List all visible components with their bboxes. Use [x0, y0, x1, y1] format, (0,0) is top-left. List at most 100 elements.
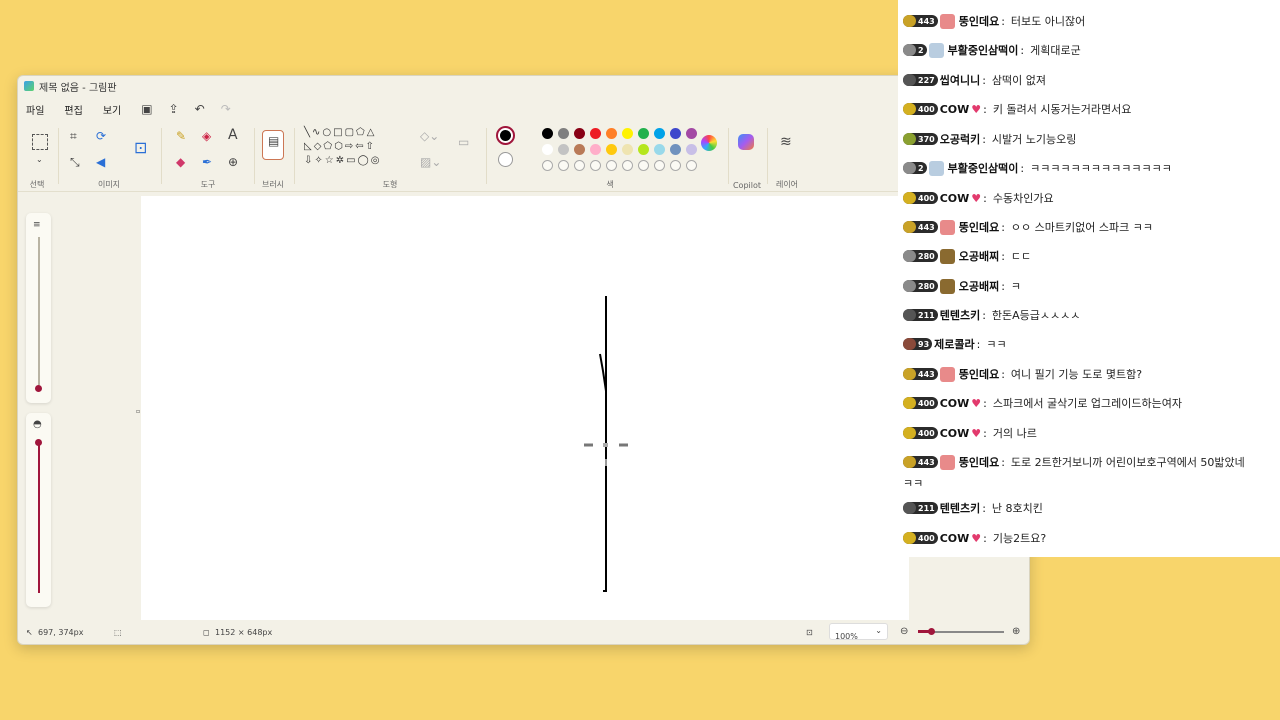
fit-to-window-icon[interactable]: ⊡ [806, 628, 813, 637]
chat-nickname[interactable]: 부활중인삼떡이 [948, 42, 1019, 58]
drawing-canvas[interactable] [141, 196, 909, 620]
share-icon[interactable]: ⇪ [169, 102, 179, 116]
chat-message: 93 제로콜라: ㅋㅋ [903, 336, 1007, 352]
save-icon[interactable]: ▣ [141, 102, 152, 116]
custom-color-slot[interactable] [606, 160, 617, 171]
custom-color-slot[interactable] [542, 160, 553, 171]
flip-icon[interactable]: ◀ [96, 156, 105, 168]
chat-nickname[interactable]: 뚱인데요 [959, 13, 999, 29]
chat-nickname[interactable]: 오공럭키 [940, 131, 980, 147]
chat-nickname[interactable]: 오공배찌 [959, 278, 999, 294]
palette-row1-color-swatch[interactable] [606, 128, 617, 139]
resize-icon[interactable]: ⤡ [70, 156, 80, 168]
palette-row2-color-swatch[interactable] [654, 144, 665, 155]
palette-row2-color-swatch[interactable] [686, 144, 697, 155]
palette-row1-color-swatch[interactable] [590, 128, 601, 139]
palette-row2-color-swatch[interactable] [542, 144, 553, 155]
shape-options-icon[interactable]: ▭ [458, 136, 469, 148]
chat-message: 400 COW ♥: 기능2트요? [903, 530, 1046, 546]
pencil-icon[interactable]: ✎ [176, 130, 186, 142]
menu-view[interactable]: 보기 [103, 102, 121, 117]
canvas-resize-handle[interactable]: ▫ [136, 406, 140, 418]
custom-color-slot[interactable] [638, 160, 649, 171]
palette-row1-color-swatch[interactable] [670, 128, 681, 139]
palette-row2-color-swatch[interactable] [606, 144, 617, 155]
secondary-color-swatch[interactable] [498, 152, 513, 167]
chat-nickname[interactable]: 부활중인삼떡이 [948, 160, 1019, 176]
chat-nickname[interactable]: COW [940, 192, 970, 205]
outline-icon[interactable]: ◇⌄ [420, 130, 439, 142]
chat-nickname[interactable]: 뚱인데요 [959, 454, 999, 470]
edit-colors-icon[interactable] [701, 135, 717, 151]
custom-color-slot[interactable] [590, 160, 601, 171]
select-tool-icon[interactable] [32, 134, 48, 150]
palette-row2-color-swatch[interactable] [590, 144, 601, 155]
size-slider-track[interactable] [38, 237, 40, 385]
custom-color-slot[interactable] [686, 160, 697, 171]
fill-icon[interactable]: ▨⌄ [420, 156, 441, 168]
zoom-in-icon[interactable]: ⊕ [1012, 626, 1020, 637]
custom-color-slot[interactable] [622, 160, 633, 171]
chat-nickname[interactable]: COW [940, 427, 970, 440]
chat-nickname[interactable]: 뚱인데요 [959, 219, 999, 235]
chat-nickname[interactable]: COW [940, 103, 970, 116]
chat-nickname[interactable]: 텐텐츠키 [940, 500, 980, 516]
palette-row1-color-swatch[interactable] [622, 128, 633, 139]
undo-icon[interactable]: ↶ [195, 102, 205, 116]
custom-color-slot[interactable] [574, 160, 585, 171]
level-number: 443 [918, 222, 935, 232]
palette-row1-color-swatch[interactable] [542, 128, 553, 139]
magnifier-icon[interactable]: ⊕ [228, 156, 238, 168]
palette-row2-color-swatch[interactable] [558, 144, 569, 155]
chat-nickname[interactable]: 제로콜라 [934, 336, 974, 352]
layers-icon[interactable]: ≋ [780, 135, 792, 149]
chat-nickname[interactable]: 텐텐츠키 [940, 307, 980, 323]
redo-icon[interactable]: ↷ [221, 102, 231, 116]
menu-file[interactable]: 파일 [26, 102, 44, 117]
brush-button[interactable]: ▤ [262, 130, 284, 160]
color-picker-icon[interactable]: ✒ [202, 156, 212, 168]
eraser-icon[interactable]: ◆ [176, 156, 185, 168]
palette-row2-color-swatch[interactable] [638, 144, 649, 155]
palette-row1-color-swatch[interactable] [574, 128, 585, 139]
chat-nickname[interactable]: 오공배찌 [959, 248, 999, 264]
rotate-icon[interactable]: ⟳ [96, 130, 106, 142]
chat-nickname[interactable]: COW [940, 397, 970, 410]
primary-color-swatch[interactable] [496, 126, 515, 145]
chat-nickname[interactable]: 씹여니니 [940, 72, 980, 88]
chat-nickname[interactable]: COW [940, 532, 970, 545]
medal-icon [903, 456, 916, 468]
avatar [939, 219, 955, 235]
copilot-group-label: Copilot [732, 181, 762, 190]
image-generate-icon[interactable]: ⊡ [134, 140, 147, 156]
primary-color-fill [500, 130, 511, 141]
fill-bucket-icon[interactable]: ◈ [202, 130, 211, 142]
palette-row2-color-swatch[interactable] [622, 144, 633, 155]
palette-row2-color-swatch[interactable] [574, 144, 585, 155]
menu-edit[interactable]: 편집 [64, 102, 82, 117]
zoom-slider-knob[interactable] [928, 628, 935, 635]
palette-row1-color-swatch[interactable] [558, 128, 569, 139]
chevron-down-icon[interactable]: ⌄ [36, 154, 43, 166]
zoom-select[interactable]: 100% ⌄ [829, 623, 888, 641]
palette-row2-color-swatch[interactable] [670, 144, 681, 155]
text-tool-icon[interactable]: A [228, 128, 238, 142]
avatar [939, 454, 955, 470]
palette-row1-color-swatch[interactable] [638, 128, 649, 139]
opacity-slider-track[interactable] [38, 445, 40, 593]
custom-color-slot[interactable] [654, 160, 665, 171]
size-slider-knob[interactable] [35, 385, 42, 392]
custom-color-slot[interactable] [558, 160, 569, 171]
palette-row1-color-swatch[interactable] [686, 128, 697, 139]
copilot-icon[interactable] [738, 134, 754, 150]
chat-nickname[interactable]: 뚱인데요 [959, 366, 999, 382]
crop-icon[interactable]: ⌗ [70, 130, 77, 142]
shapes-group-label: 도형 [382, 180, 398, 189]
chat-message: 443 뚱인데요: 여니 필기 기능 도로 몇트함? [903, 366, 1142, 382]
palette-row1-color-swatch[interactable] [654, 128, 665, 139]
shapes-gallery[interactable]: ╲∿○□▢⬠△ ◺◇⬠⬡⇨⇦⇧ ⇩✧☆✲▭◯◎ [304, 126, 408, 168]
chat-separator: : [983, 426, 987, 440]
zoom-out-icon[interactable]: ⊖ [900, 626, 908, 637]
custom-color-slot[interactable] [670, 160, 681, 171]
brush-size-panel: ≡ [26, 213, 51, 403]
